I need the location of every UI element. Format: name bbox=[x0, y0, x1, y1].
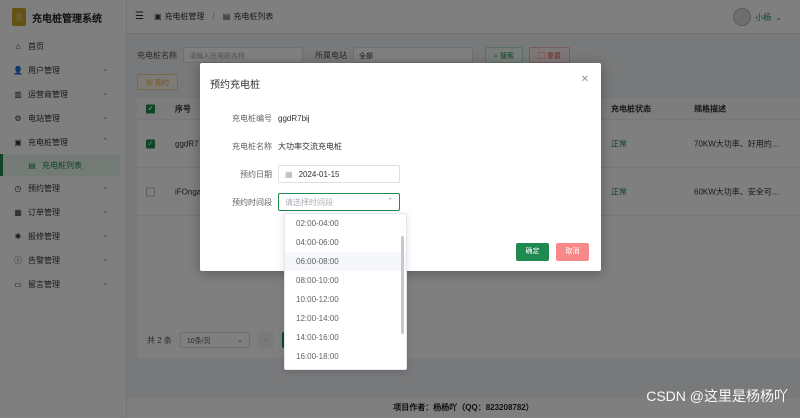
period-option[interactable]: 02:00-04:00 bbox=[285, 214, 406, 233]
period-option[interactable]: 14:00-16:00 bbox=[285, 328, 406, 347]
period-select[interactable]: 请选择时间段 ⌃ bbox=[278, 193, 400, 211]
close-icon[interactable]: ✕ bbox=[581, 74, 589, 85]
dialog-title: 预约充电桩 bbox=[210, 80, 260, 91]
period-placeholder: 请选择时间段 bbox=[285, 197, 333, 207]
form-row-period: 预约时间段 请选择时间段 ⌃ bbox=[200, 193, 400, 211]
period-option[interactable]: 08:00-10:00 bbox=[285, 271, 406, 290]
code-label: 充电桩编号 bbox=[232, 114, 272, 123]
period-option[interactable]: 06:00-08:00 bbox=[285, 252, 406, 271]
period-label: 预约时间段 bbox=[232, 197, 272, 207]
date-picker-input[interactable]: ▦ 2024-01-15 bbox=[278, 165, 400, 183]
period-option[interactable]: 12:00-14:00 bbox=[285, 309, 406, 328]
dropdown-scrollbar[interactable] bbox=[401, 236, 404, 334]
watermark: CSDN @这里是杨杨吖 bbox=[646, 388, 788, 404]
period-option[interactable]: 16:00-18:00 bbox=[285, 347, 406, 366]
confirm-button[interactable]: 确定 bbox=[516, 243, 549, 261]
calendar-icon: ▦ bbox=[285, 169, 293, 179]
cancel-button[interactable]: 取消 bbox=[556, 243, 589, 261]
period-option[interactable]: 10:00-12:00 bbox=[285, 290, 406, 309]
chevron-up-icon: ⌃ bbox=[387, 198, 393, 205]
form-row-name: 充电桩名称 大功率交流充电桩 bbox=[200, 141, 342, 152]
form-row-code: 充电桩编号 ggdR7bij bbox=[200, 113, 310, 124]
period-option[interactable]: 04:00-06:00 bbox=[285, 233, 406, 252]
date-label: 预约日期 bbox=[240, 169, 272, 179]
period-dropdown: 02:00-04:00 04:00-06:00 06:00-08:00 08:0… bbox=[284, 213, 407, 370]
name-value: 大功率交流充电桩 bbox=[278, 142, 342, 151]
name-label: 充电桩名称 bbox=[232, 142, 272, 151]
form-row-date: 预约日期 ▦ 2024-01-15 bbox=[200, 165, 400, 183]
date-value: 2024-01-15 bbox=[298, 169, 340, 179]
code-value: ggdR7bij bbox=[278, 114, 310, 123]
